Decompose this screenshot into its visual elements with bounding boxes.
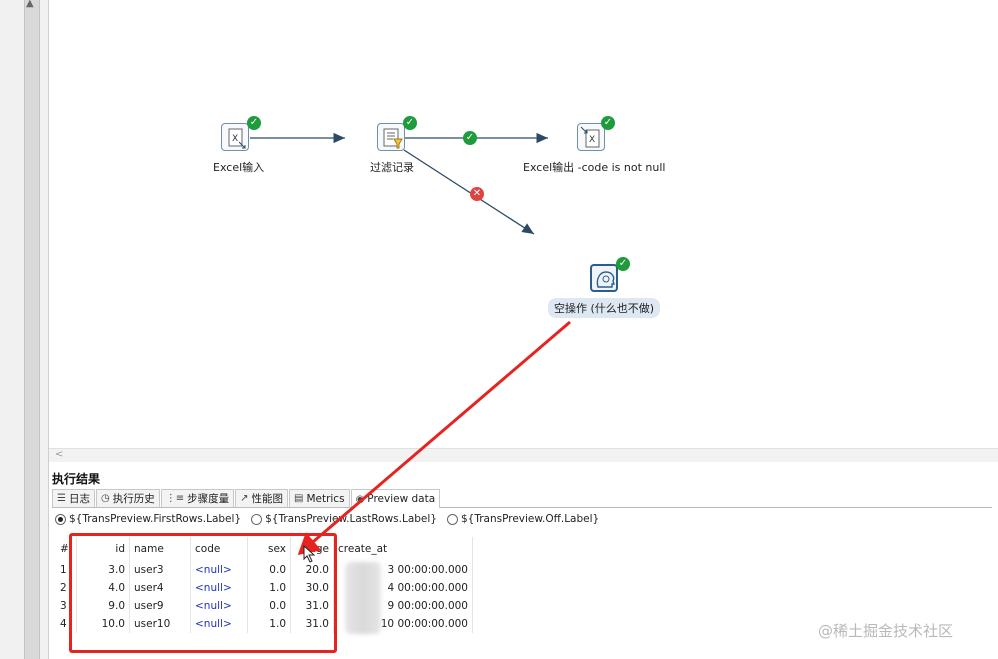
column-header[interactable]: create_at: [333, 537, 473, 561]
results-title: 执行结果: [52, 472, 101, 486]
left-scrollbar[interactable]: [24, 0, 40, 659]
performance-icon: ↗: [240, 493, 249, 504]
canvas-horizontal-scrollbar[interactable]: <: [49, 448, 998, 463]
svg-text:X: X: [232, 134, 238, 144]
hops-layer: [250, 132, 548, 235]
history-icon: ◷: [100, 493, 110, 504]
excel-output-icon: X: [580, 126, 600, 148]
tab-metrics-label: Metrics: [306, 492, 345, 505]
radio-first-rows-label: ${TransPreview.FirstRows.Label}: [69, 513, 242, 525]
head-gear-icon: [596, 271, 615, 288]
dummy-label: 空操作 (什么也不做): [548, 298, 661, 318]
filter-label: 过滤记录: [370, 161, 414, 174]
filter-ok-icon: ✓: [403, 116, 417, 130]
tab-log[interactable]: ☰ 日志: [52, 489, 95, 507]
tab-history-label: 执行历史: [112, 493, 155, 505]
true-hop-icon: ✓: [463, 131, 477, 145]
metrics-icon: ▤: [293, 493, 304, 504]
eye-icon: ◉: [355, 493, 365, 505]
transformation-canvas[interactable]: X ✓ Excel输入 ✓ 过滤记录 X ✓ Excel输出 -code is …: [49, 0, 998, 448]
tab-preview-data[interactable]: ◉ Preview data: [350, 489, 441, 508]
excel-output-label: Excel输出 -code is not null: [523, 161, 666, 174]
excel-input-label: Excel输入: [213, 161, 265, 174]
svg-text:X: X: [589, 135, 595, 145]
mouse-cursor-icon: [303, 545, 316, 563]
excel-output-step[interactable]: X: [577, 123, 605, 151]
dummy-step[interactable]: [590, 264, 618, 292]
excel-input-ok-icon: ✓: [247, 116, 261, 130]
preview-mode-radios: ${TransPreview.FirstRows.Label} ${TransP…: [55, 513, 599, 525]
radio-checked-icon: [55, 513, 66, 525]
radio-unchecked-icon: [447, 513, 458, 525]
step-metrics-icon: ⋮≡: [165, 493, 185, 504]
log-icon: ☰: [57, 493, 66, 504]
radio-first-rows[interactable]: ${TransPreview.FirstRows.Label}: [55, 513, 241, 525]
tab-performance-label: 性能图: [251, 493, 283, 505]
excel-input-step[interactable]: X: [221, 123, 249, 151]
tab-history[interactable]: ◷ 执行历史: [95, 489, 160, 507]
collapse-arrow-icon[interactable]: ▲: [26, 0, 34, 9]
tab-log-label: 日志: [68, 493, 90, 505]
false-hop-icon: ✕: [470, 187, 484, 201]
tab-step-metrics[interactable]: ⋮≡ 步骤度量: [160, 489, 235, 507]
blurred-region: [345, 562, 381, 634]
hop-filter-to-dummy[interactable]: [403, 149, 535, 235]
results-tabs: ☰ 日志 ◷ 执行历史 ⋮≡ 步骤度量 ↗ 性能图 ▤ Metrics ◉ Pr…: [52, 489, 992, 508]
tab-performance[interactable]: ↗ 性能图: [235, 489, 288, 507]
radio-off[interactable]: ${TransPreview.Off.Label}: [447, 513, 599, 525]
excel-output-ok-icon: ✓: [601, 116, 615, 130]
scroll-left-icon[interactable]: <: [55, 449, 63, 460]
dummy-ok-icon: ✓: [616, 257, 630, 271]
watermark: @稀土掘金技术社区: [818, 622, 954, 640]
radio-unchecked-icon: [251, 513, 263, 525]
radio-last-rows[interactable]: ${TransPreview.LastRows.Label}: [251, 513, 437, 525]
tab-metrics[interactable]: ▤ Metrics: [288, 489, 350, 507]
radio-off-label: ${TransPreview.Off.Label}: [461, 513, 600, 525]
filter-step[interactable]: [377, 123, 405, 151]
excel-input-icon: X: [228, 128, 246, 149]
radio-last-rows-label: ${TransPreview.LastRows.Label}: [265, 513, 437, 525]
annotation-highlight-box: [69, 533, 337, 653]
left-panel: ▲: [0, 0, 49, 659]
filter-rows-icon: [383, 128, 403, 149]
tab-step-metrics-label: 步骤度量: [187, 493, 230, 505]
tab-preview-data-label: Preview data: [367, 493, 436, 505]
